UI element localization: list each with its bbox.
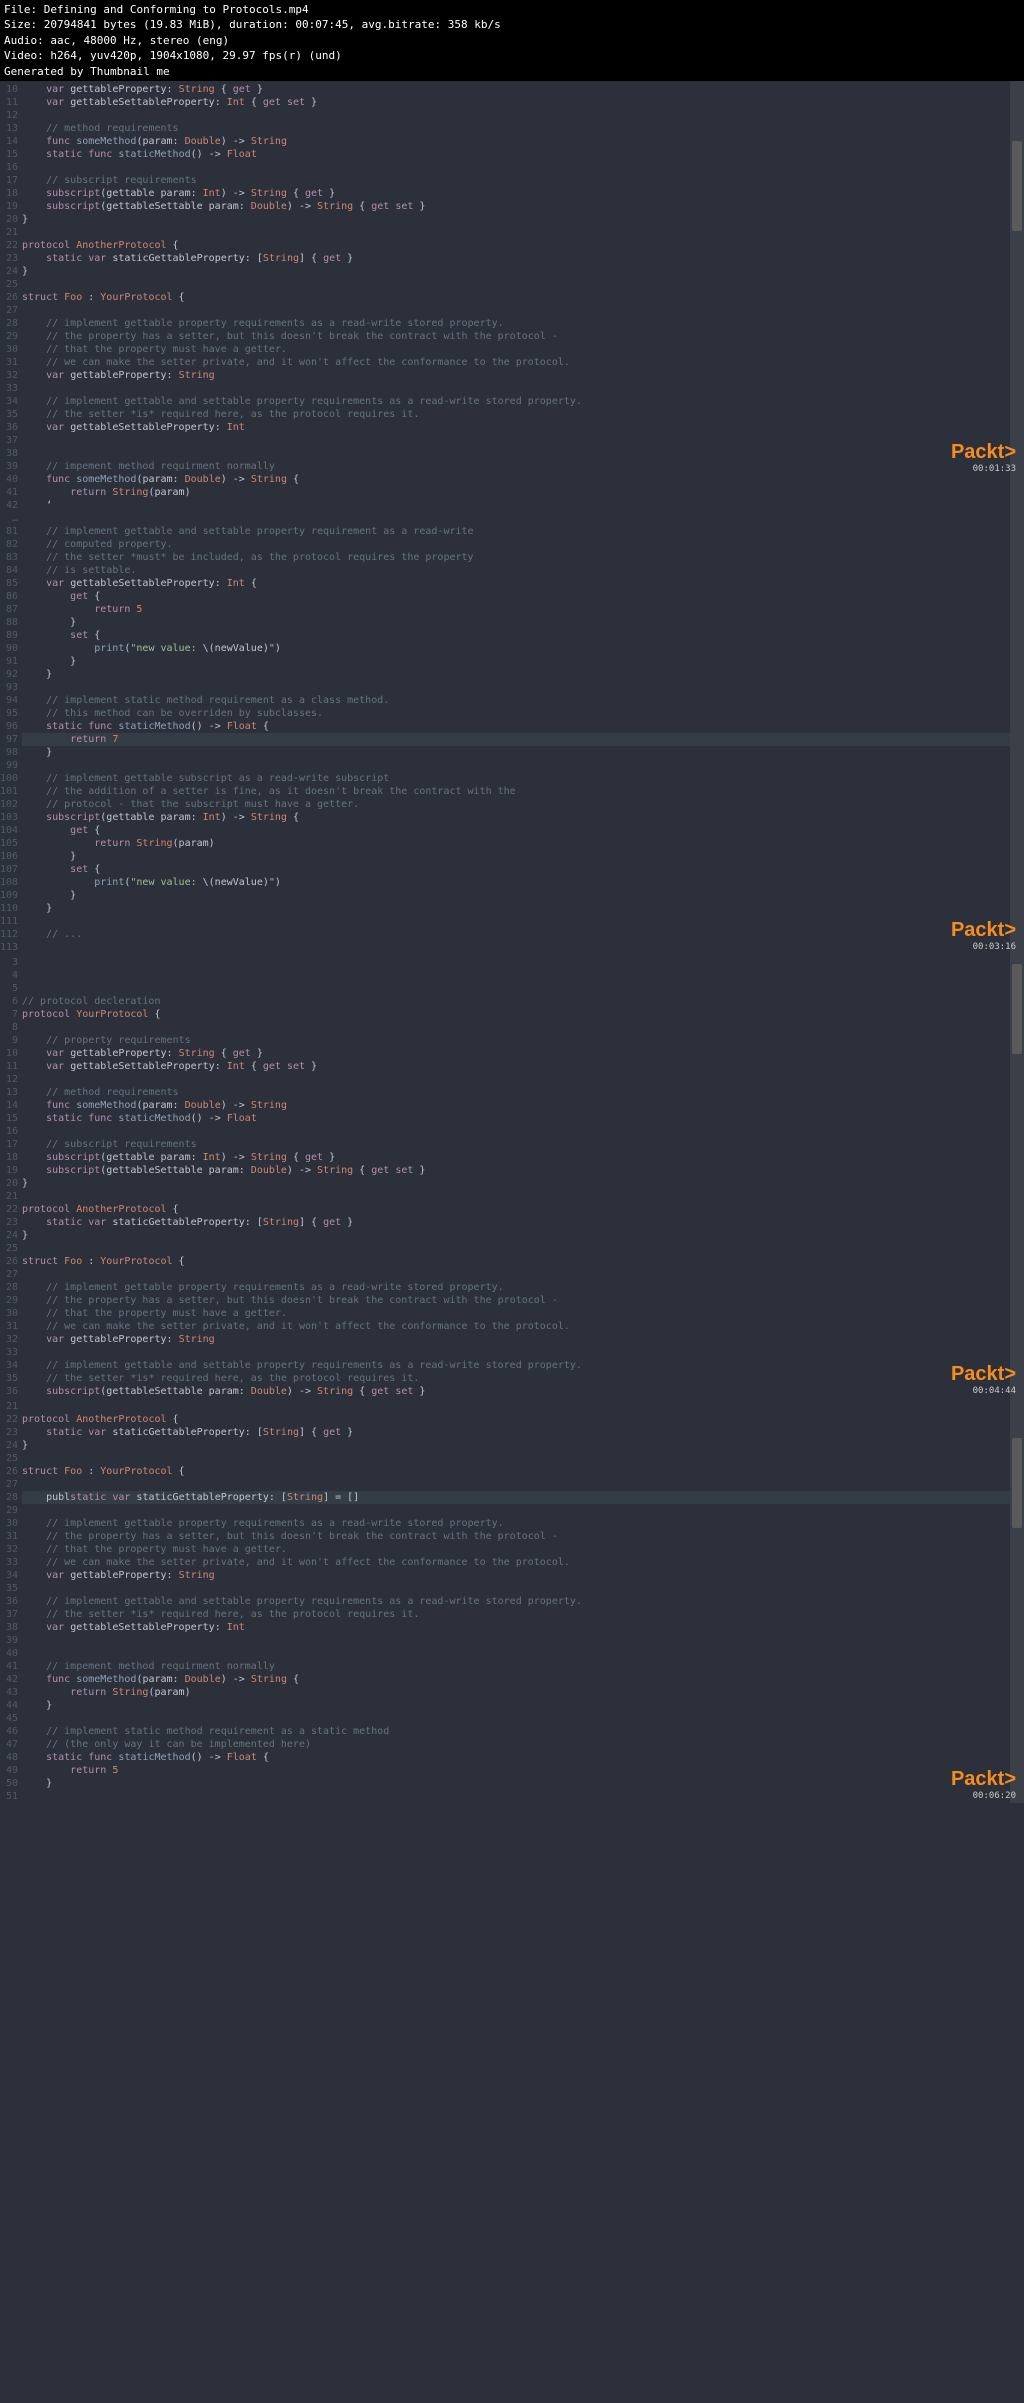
- timestamp: 00:03:16: [951, 942, 1016, 952]
- code-editor[interactable]: 2122232425262728293031323334353637383940…: [0, 1398, 1024, 1803]
- thumbnail-pane-2: 3456789101112131415161718192021222324252…: [0, 954, 1024, 1398]
- packt-watermark: Packt> 00:03:16: [951, 919, 1016, 952]
- file-info-header: File: Defining and Conforming to Protoco…: [0, 0, 1024, 81]
- code-editor[interactable]: 1011121314151617181920212223242526272829…: [0, 81, 1024, 954]
- timestamp: 00:06:20: [951, 1791, 1016, 1801]
- line-gutter: 3456789101112131415161718192021222324252…: [0, 956, 22, 1398]
- video-label: Video: h264, yuv420p, 1904x1080, 29.97 f…: [4, 48, 1020, 63]
- source-code[interactable]: var gettableProperty: String { get } var…: [22, 83, 1024, 954]
- source-code[interactable]: protocol AnotherProtocol { static var st…: [22, 1400, 1024, 1803]
- scrollbar[interactable]: [1010, 81, 1024, 954]
- audio-label: Audio: aac, 48000 Hz, stereo (eng): [4, 33, 1020, 48]
- packt-watermark: Packt> 00:01:33: [951, 441, 1016, 474]
- size-label: Size: 20794841 bytes (19.83 MiB), durati…: [4, 17, 1020, 32]
- generator-label: Generated by Thumbnail me: [4, 64, 1020, 79]
- code-editor[interactable]: 3456789101112131415161718192021222324252…: [0, 954, 1024, 1398]
- thumbnail-pane-1: 1011121314151617181920212223242526272829…: [0, 81, 1024, 954]
- line-gutter: 2122232425262728293031323334353637383940…: [0, 1400, 22, 1803]
- line-gutter: 1011121314151617181920212223242526272829…: [0, 83, 22, 954]
- packt-watermark: Packt> 00:04:44: [951, 1363, 1016, 1396]
- scrollbar[interactable]: [1010, 1398, 1024, 1803]
- thumbnail-pane-3: 2122232425262728293031323334353637383940…: [0, 1398, 1024, 1803]
- source-code[interactable]: // protocol declerationprotocol YourProt…: [22, 956, 1024, 1398]
- scrollbar[interactable]: [1010, 954, 1024, 1398]
- packt-watermark: Packt> 00:06:20: [951, 1768, 1016, 1801]
- timestamp: 00:01:33: [951, 464, 1016, 474]
- file-label: File: Defining and Conforming to Protoco…: [4, 2, 1020, 17]
- timestamp: 00:04:44: [951, 1386, 1016, 1396]
